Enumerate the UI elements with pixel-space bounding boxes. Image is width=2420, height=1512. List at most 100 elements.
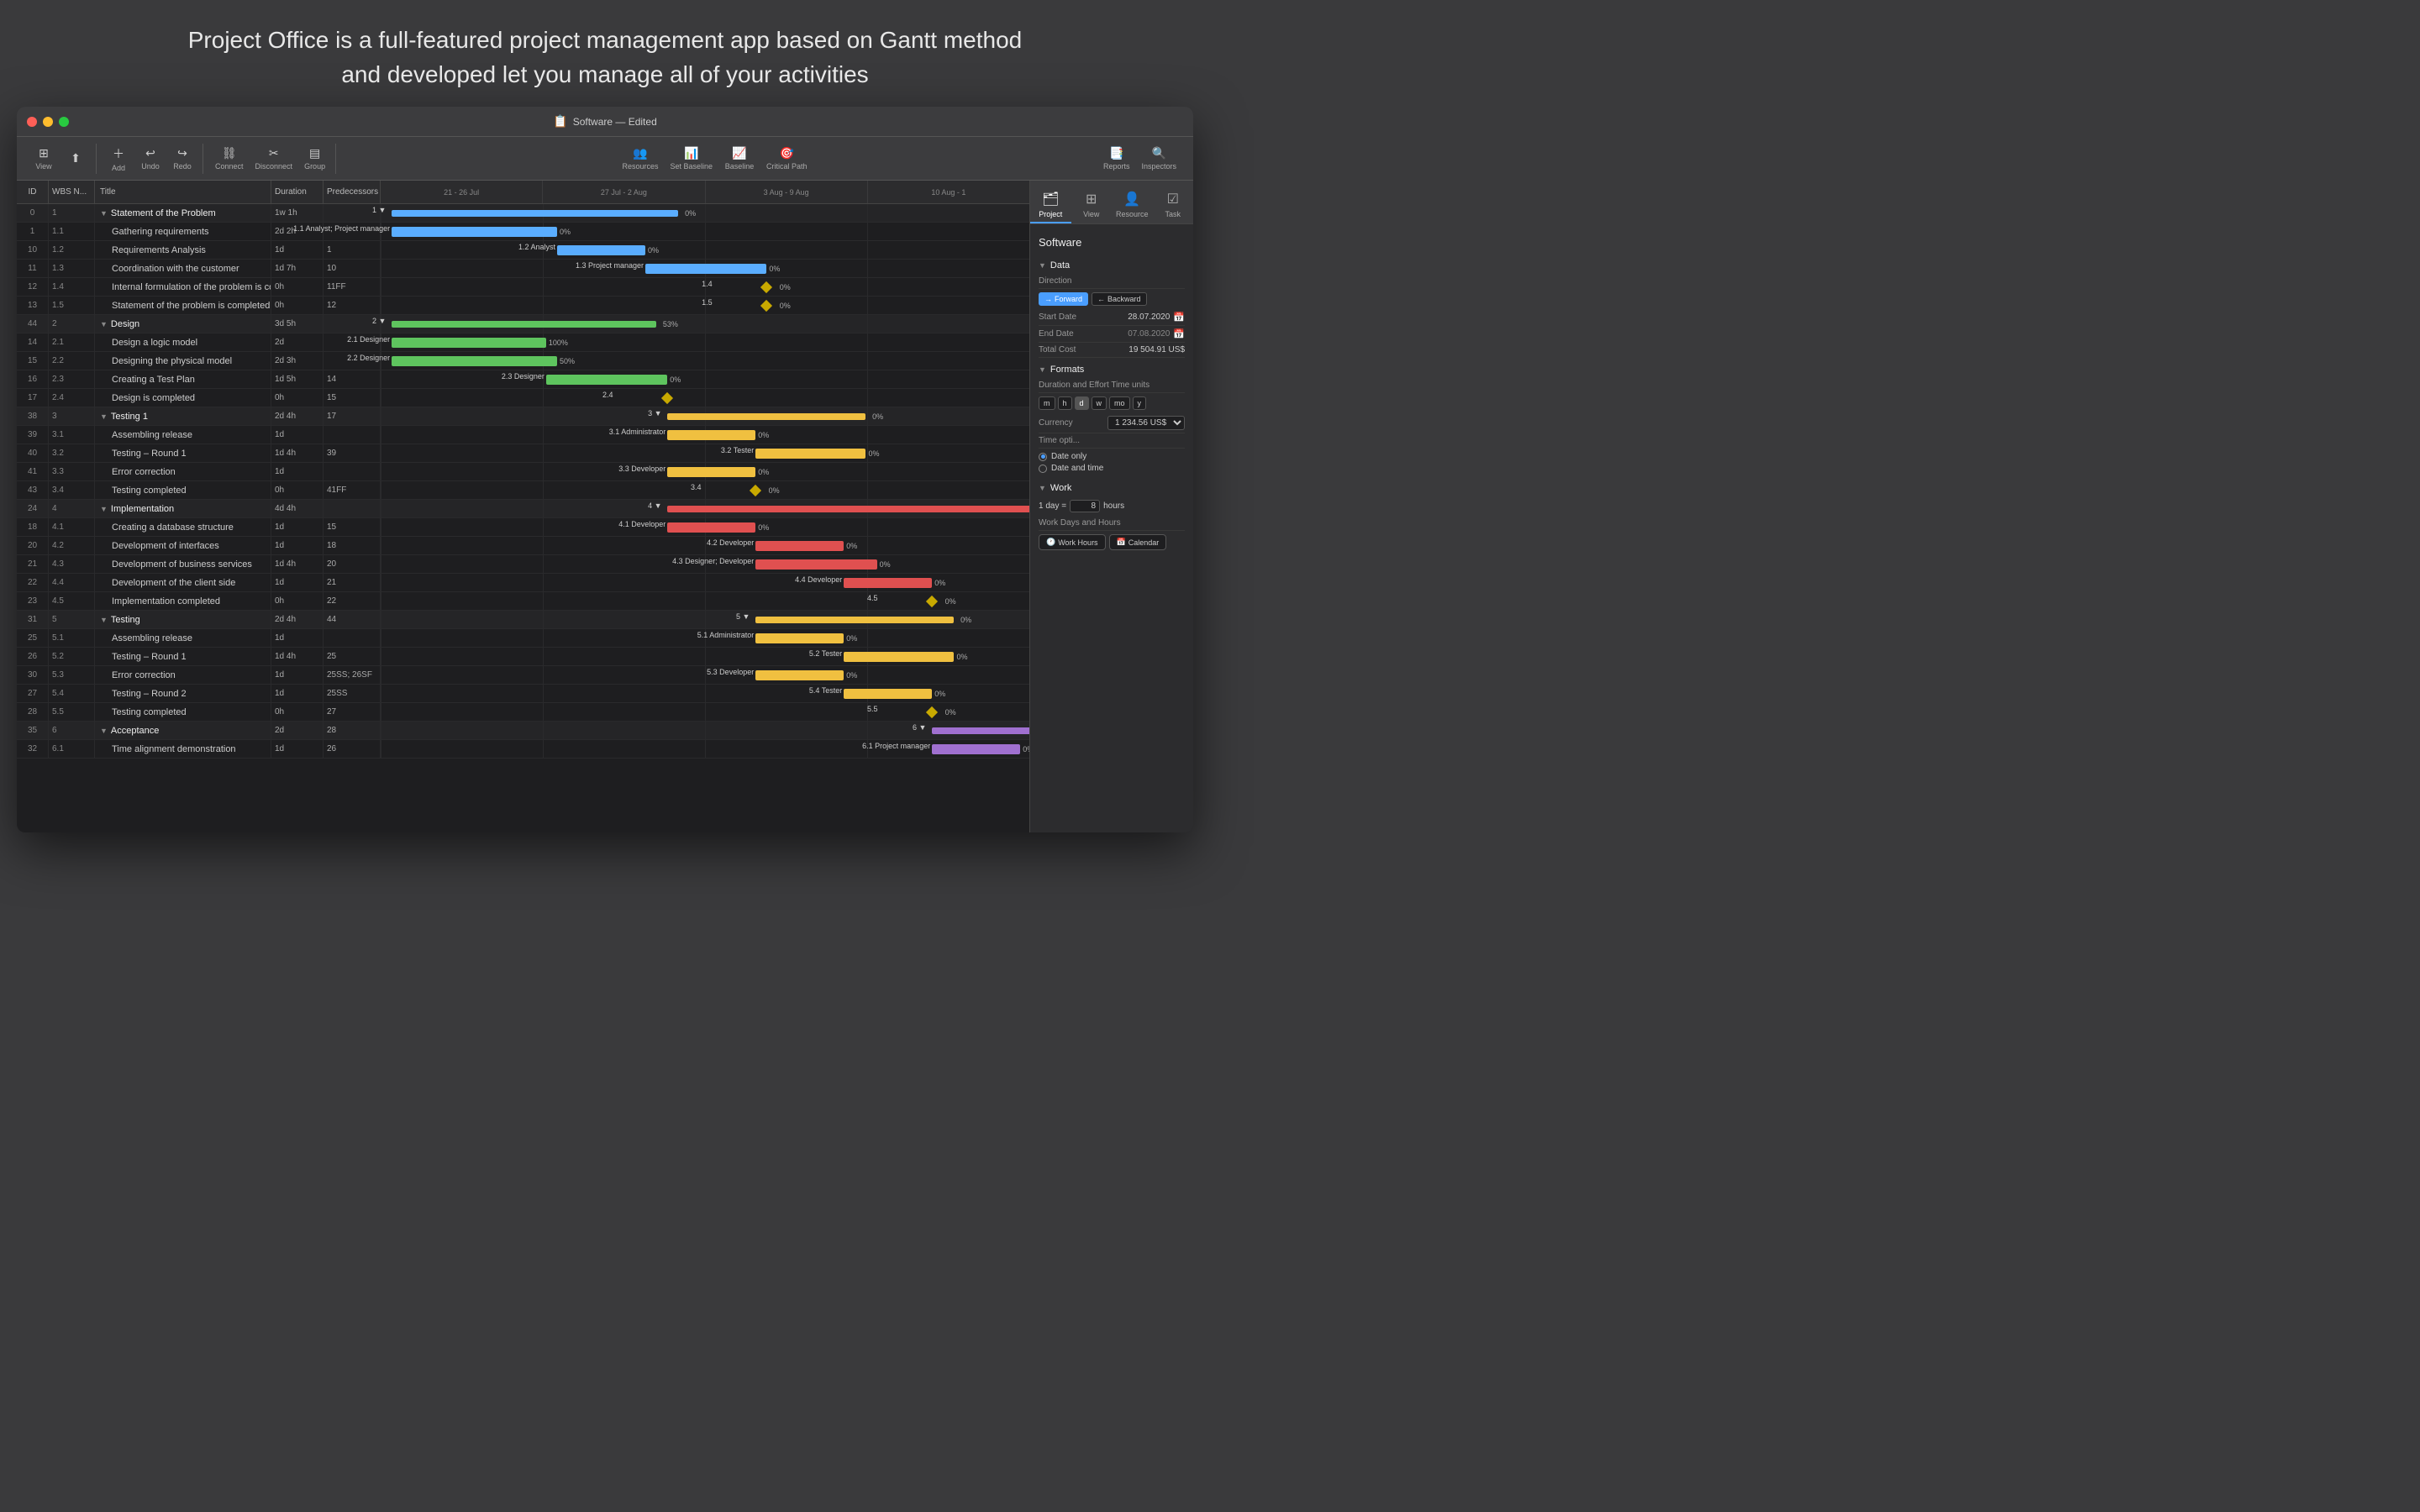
date-and-time-option[interactable]: Date and time [1039,464,1185,473]
calendar-button[interactable]: 📅 Calendar [1109,534,1167,550]
data-section-header[interactable]: ▼ Data [1039,254,1185,274]
tab-view[interactable]: ⊞ View [1071,186,1113,223]
table-row[interactable]: 383▼Testing 12d 4h173 ▼0% [17,407,1029,426]
table-row[interactable]: 393.1Assembling release1d3.1 Administrat… [17,426,1029,444]
table-row[interactable]: 234.5Implementation completed0h224.50% [17,592,1029,611]
work-days-row: Work Days and Hours [1039,516,1185,531]
table-row[interactable]: 356▼Acceptance2d286 ▼0% [17,722,1029,740]
table-row[interactable]: 152.2Designing the physical model2d 3h2.… [17,352,1029,370]
cell-duration: 0h [271,703,324,721]
cell-chart: 2.2 Designer50% [381,352,1029,370]
cell-duration: 0h [271,481,324,499]
table-row[interactable]: 214.3Development of business services1d … [17,555,1029,574]
table-row[interactable]: 442▼Design3d 5h2 ▼53% [17,315,1029,333]
set-baseline-button[interactable]: 📊 Set Baseline [666,144,718,173]
cell-chart: 4.2 Developer0% [381,537,1029,554]
cell-chart: 1.40% [381,278,1029,296]
cell-predecessors: 22 [324,592,381,610]
table-row[interactable]: 11.1Gathering requirements2d 2h1.1 Analy… [17,223,1029,241]
table-row[interactable]: 162.3Creating a Test Plan1d 5h142.3 Desi… [17,370,1029,389]
table-row[interactable]: 01▼Statement of the Problem1w 1h1 ▼0% [17,204,1029,223]
cell-predecessors: 44 [324,611,381,628]
tab-project[interactable]: 🗂 Project [1030,186,1071,223]
cell-title: Time alignment demonstration [95,740,271,758]
view-button[interactable]: ⊞ View [29,144,59,173]
baseline-button[interactable]: 📈 Baseline [719,144,760,173]
connect-button[interactable]: ⛓ Connect [210,144,249,173]
unit-d[interactable]: d [1075,396,1089,410]
cell-id: 41 [17,463,49,480]
cell-id: 28 [17,703,49,721]
group-button[interactable]: ▤ Group [299,144,330,173]
cell-duration: 1d 4h [271,555,324,573]
table-row[interactable]: 224.4Development of the client side1d214… [17,574,1029,592]
table-row[interactable]: 184.1Creating a database structure1d154.… [17,518,1029,537]
table-row[interactable]: 315▼Testing2d 4h445 ▼0% [17,611,1029,629]
currency-row: Currency 1 234.56 US$ [1039,413,1185,433]
unit-h[interactable]: h [1058,396,1072,410]
redo-button[interactable]: ↪ Redo [167,144,197,173]
work-section-header[interactable]: ▼ Work [1039,476,1185,496]
cell-title: Design a logic model [95,333,271,351]
table-row[interactable]: 101.2Requirements Analysis1d11.2 Analyst… [17,241,1029,260]
cell-title: Testing – Round 1 [95,648,271,665]
close-button[interactable] [27,117,37,127]
minimize-button[interactable] [43,117,53,127]
cell-chart: 3.40% [381,481,1029,499]
table-row[interactable]: 172.4Design is completed0h152.4 [17,389,1029,407]
tab-task[interactable]: ☑ Task [1153,186,1194,223]
unit-mo[interactable]: mo [1109,396,1130,410]
tab-resource[interactable]: 👤 Resource [1112,186,1153,223]
table-row[interactable]: 413.3Error correction1d3.3 Developer0% [17,463,1029,481]
disconnect-button[interactable]: ✂ Disconnect [250,144,298,173]
milestone-diamond [926,706,938,718]
work-hours-button[interactable]: 🕐 Work Hours [1039,534,1106,550]
cell-predecessors: 39 [324,444,381,462]
calendar2-icon[interactable]: 📅 [1173,328,1185,339]
inspectors-button[interactable]: 🔍 Inspectors [1136,144,1181,173]
table-row[interactable]: 111.3Coordination with the customer1d 7h… [17,260,1029,278]
resources-button[interactable]: 👥 Resources [617,144,663,173]
table-row[interactable]: 142.1Design a logic model2d2.1 Designer1… [17,333,1029,352]
calendar-icon[interactable]: 📅 [1173,312,1185,323]
table-row[interactable]: 255.1Assembling release1d5.1 Administrat… [17,629,1029,648]
cell-title: Requirements Analysis [95,241,271,259]
cell-wbs: 4.5 [49,592,95,610]
cell-duration: 1d [271,685,324,702]
forward-button[interactable]: → Forward [1039,292,1088,306]
share-button[interactable]: ⬆ [60,149,91,168]
cell-id: 14 [17,333,49,351]
table-row[interactable]: 433.4Testing completed0h41FF3.40% [17,481,1029,500]
cell-predecessors: 25 [324,648,381,665]
table-row[interactable]: 121.4Internal formulation of the problem… [17,278,1029,297]
table-row[interactable]: 403.2Testing – Round 11d 4h393.2 Tester0… [17,444,1029,463]
cell-predecessors: 17 [324,407,381,425]
cell-duration: 1d [271,426,324,444]
table-row[interactable]: 275.4Testing – Round 21d25SS5.4 Tester0% [17,685,1029,703]
cell-chart: 5.2 Tester0% [381,648,1029,665]
table-row[interactable]: 265.2Testing – Round 11d 4h255.2 Tester0… [17,648,1029,666]
unit-y[interactable]: y [1133,396,1147,410]
date-only-option[interactable]: Date only [1039,452,1185,461]
currency-select[interactable]: 1 234.56 US$ [1107,416,1185,430]
table-row[interactable]: 204.2Development of interfaces1d184.2 De… [17,537,1029,555]
cell-title: ▼Implementation [95,500,271,517]
table-row[interactable]: 285.5Testing completed0h275.50% [17,703,1029,722]
table-row[interactable]: 326.1Time alignment demonstration1d266.1… [17,740,1029,759]
maximize-button[interactable] [59,117,69,127]
table-row[interactable]: 244▼Implementation4d 4h4 ▼0% [17,500,1029,518]
formats-section-header[interactable]: ▼ Formats [1039,358,1185,378]
table-row[interactable]: 305.3Error correction1d25SS; 26SF5.3 Dev… [17,666,1029,685]
add-button[interactable]: ＋ Add [103,143,134,175]
cell-title: Testing – Round 1 [95,444,271,462]
backward-button[interactable]: ← Backward [1092,292,1147,306]
critical-path-button[interactable]: 🎯 Critical Path [761,144,813,173]
unit-m[interactable]: m [1039,396,1055,410]
table-row[interactable]: 131.5Statement of the problem is complet… [17,297,1029,315]
work-hours-input[interactable] [1070,500,1100,512]
cell-predecessors: 14 [324,370,381,388]
reports-button[interactable]: 📑 Reports [1098,144,1135,173]
cell-title: ▼Acceptance [95,722,271,739]
undo-button[interactable]: ↩ Undo [135,144,166,173]
unit-w[interactable]: w [1092,396,1107,410]
